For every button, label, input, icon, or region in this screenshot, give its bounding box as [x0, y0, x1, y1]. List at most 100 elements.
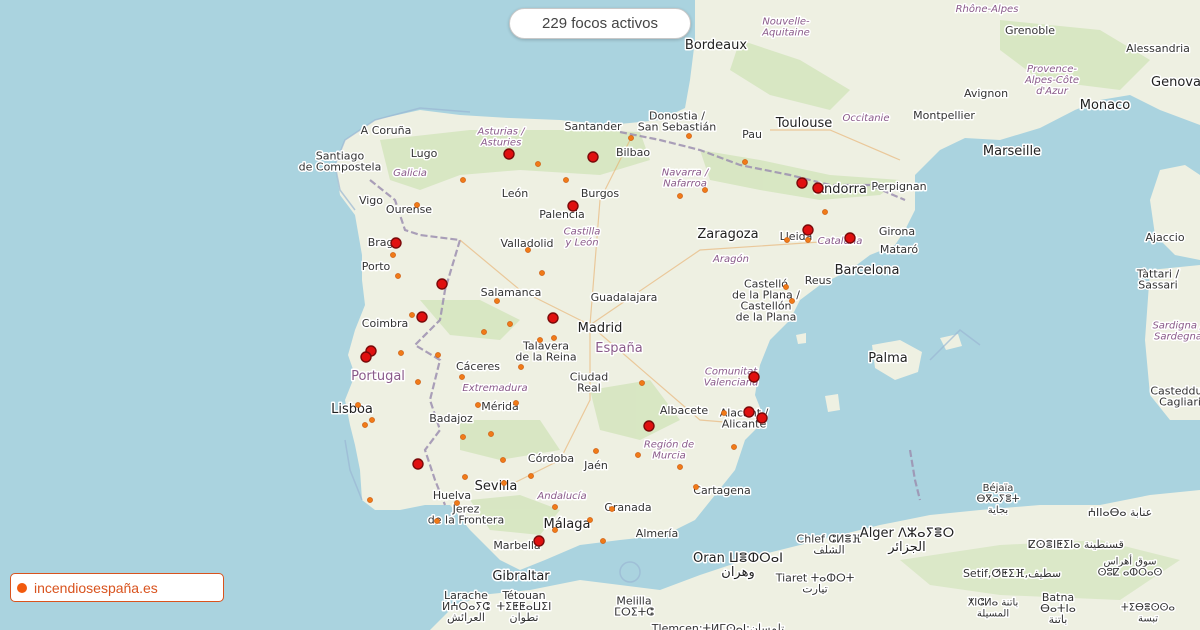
map-label-bilbao: Bilbao [616, 146, 650, 159]
map-label-barcelona: Barcelona [835, 263, 900, 278]
map-label-sardegna: Sardigna / Sardegna [1152, 321, 1200, 343]
fire-marker-small[interactable] [528, 473, 534, 479]
fire-marker-small[interactable] [362, 422, 368, 428]
map-label-leon: León [502, 187, 528, 200]
fire-marker-small[interactable] [481, 329, 487, 335]
fire-marker-large[interactable] [567, 200, 579, 212]
fire-marker-small[interactable] [535, 161, 541, 167]
map-label-perpignan: Perpignan [871, 180, 926, 193]
map-label-grenoble: Grenoble [1005, 24, 1055, 37]
fire-marker-large[interactable] [533, 535, 545, 547]
fire-marker-large[interactable] [412, 458, 424, 470]
fire-marker-small[interactable] [593, 448, 599, 454]
fire-marker-large[interactable] [643, 420, 655, 432]
fire-marker-small[interactable] [635, 452, 641, 458]
map-label-aragon: Aragón [712, 253, 749, 265]
fire-marker-small[interactable] [600, 538, 606, 544]
map-label-alessandria: Alessandria [1126, 42, 1190, 55]
fire-marker-large[interactable] [390, 237, 402, 249]
fire-marker-large[interactable] [796, 177, 808, 189]
brand-text: incendiosespaña.es [34, 579, 158, 596]
fire-marker-small[interactable] [395, 273, 401, 279]
fire-marker-small[interactable] [494, 298, 500, 304]
fire-marker-small[interactable] [639, 380, 645, 386]
map-label-galicia: Galicia [393, 168, 427, 179]
map-label-donostia: Donostia / San Sebastián [638, 110, 717, 134]
map[interactable]: Bordeaux Nouvelle-Aquitaine Rhône-Alpes Gre… [0, 0, 1200, 630]
fire-marker-small[interactable] [355, 402, 361, 408]
fire-marker-small[interactable] [731, 444, 737, 450]
fire-marker-small[interactable] [462, 474, 468, 480]
fire-marker-small[interactable] [686, 133, 692, 139]
fire-marker-large[interactable] [802, 224, 814, 236]
fire-marker-small[interactable] [460, 177, 466, 183]
fire-marker-large[interactable] [748, 371, 760, 383]
map-label-cordoba: Córdoba [528, 452, 574, 465]
fire-marker-large[interactable] [436, 278, 448, 290]
fire-marker-small[interactable] [409, 312, 415, 318]
fire-marker-large[interactable] [743, 406, 755, 418]
fire-marker-small[interactable] [587, 517, 593, 523]
fire-marker-small[interactable] [414, 202, 420, 208]
fire-marker-small[interactable] [784, 237, 790, 243]
fire-marker-small[interactable] [369, 417, 375, 423]
fire-marker-small[interactable] [459, 374, 465, 380]
brand-link[interactable]: incendiosespaña.es [10, 573, 224, 602]
map-label-lugo: Lugo [411, 147, 438, 160]
fire-marker-small[interactable] [488, 431, 494, 437]
map-label-palencia: Palencia [539, 208, 585, 221]
fire-marker-small[interactable] [805, 237, 811, 243]
map-label-genova: Genova [1151, 75, 1200, 90]
fire-marker-small[interactable] [537, 337, 543, 343]
fire-marker-small[interactable] [822, 209, 828, 215]
map-label-talavera: Talavera de la Reina [515, 340, 576, 364]
fire-marker-small[interactable] [513, 400, 519, 406]
map-label-vigo: Vigo [359, 194, 383, 207]
fire-marker-small[interactable] [518, 364, 524, 370]
fire-marker-large[interactable] [416, 311, 428, 323]
fire-marker-small[interactable] [693, 484, 699, 490]
fire-marker-large[interactable] [756, 412, 768, 424]
fire-marker-small[interactable] [454, 500, 460, 506]
map-label-extremadura: Extremadura [462, 383, 527, 394]
fire-marker-small[interactable] [702, 187, 708, 193]
fire-marker-large[interactable] [587, 151, 599, 163]
fire-marker-small[interactable] [460, 434, 466, 440]
fire-marker-large[interactable] [844, 232, 856, 244]
fire-marker-small[interactable] [367, 497, 373, 503]
fire-marker-small[interactable] [507, 321, 513, 327]
fire-marker-small[interactable] [525, 247, 531, 253]
fire-marker-small[interactable] [398, 350, 404, 356]
fire-marker-small[interactable] [789, 298, 795, 304]
fire-marker-small[interactable] [677, 464, 683, 470]
fire-marker-small[interactable] [500, 457, 506, 463]
fire-marker-small[interactable] [628, 135, 634, 141]
map-label-marseille: Marseille [983, 144, 1041, 159]
fire-marker-small[interactable] [783, 284, 789, 290]
fire-marker-small[interactable] [552, 504, 558, 510]
map-label-nouvelle-aquitaine: Nouvelle-Aquitaine [761, 17, 810, 39]
map-label-larache: Larache ⵍⵄⵔⴰⵢⵛ العرائش [442, 589, 490, 624]
map-label-coimbra: Coimbra [362, 317, 408, 330]
map-label-asturias: Asturias / Asturies [476, 127, 526, 149]
fire-marker-large[interactable] [812, 182, 824, 194]
fire-marker-small[interactable] [742, 159, 748, 165]
fire-marker-small[interactable] [609, 506, 615, 512]
fire-marker-small[interactable] [501, 480, 507, 486]
fire-marker-small[interactable] [551, 335, 557, 341]
map-label-albacete: Albacete [660, 404, 708, 417]
map-label-madrid: Madrid [578, 321, 623, 336]
fire-marker-large[interactable] [547, 312, 559, 324]
fire-marker-small[interactable] [390, 252, 396, 258]
fire-marker-large[interactable] [503, 148, 515, 160]
fire-marker-large[interactable] [360, 351, 372, 363]
fire-marker-small[interactable] [435, 352, 441, 358]
fire-marker-small[interactable] [552, 527, 558, 533]
fire-marker-small[interactable] [677, 193, 683, 199]
fire-marker-small[interactable] [475, 402, 481, 408]
fire-marker-small[interactable] [415, 379, 421, 385]
fire-marker-small[interactable] [721, 410, 727, 416]
fire-marker-small[interactable] [563, 177, 569, 183]
fire-marker-small[interactable] [434, 518, 440, 524]
fire-marker-small[interactable] [539, 270, 545, 276]
